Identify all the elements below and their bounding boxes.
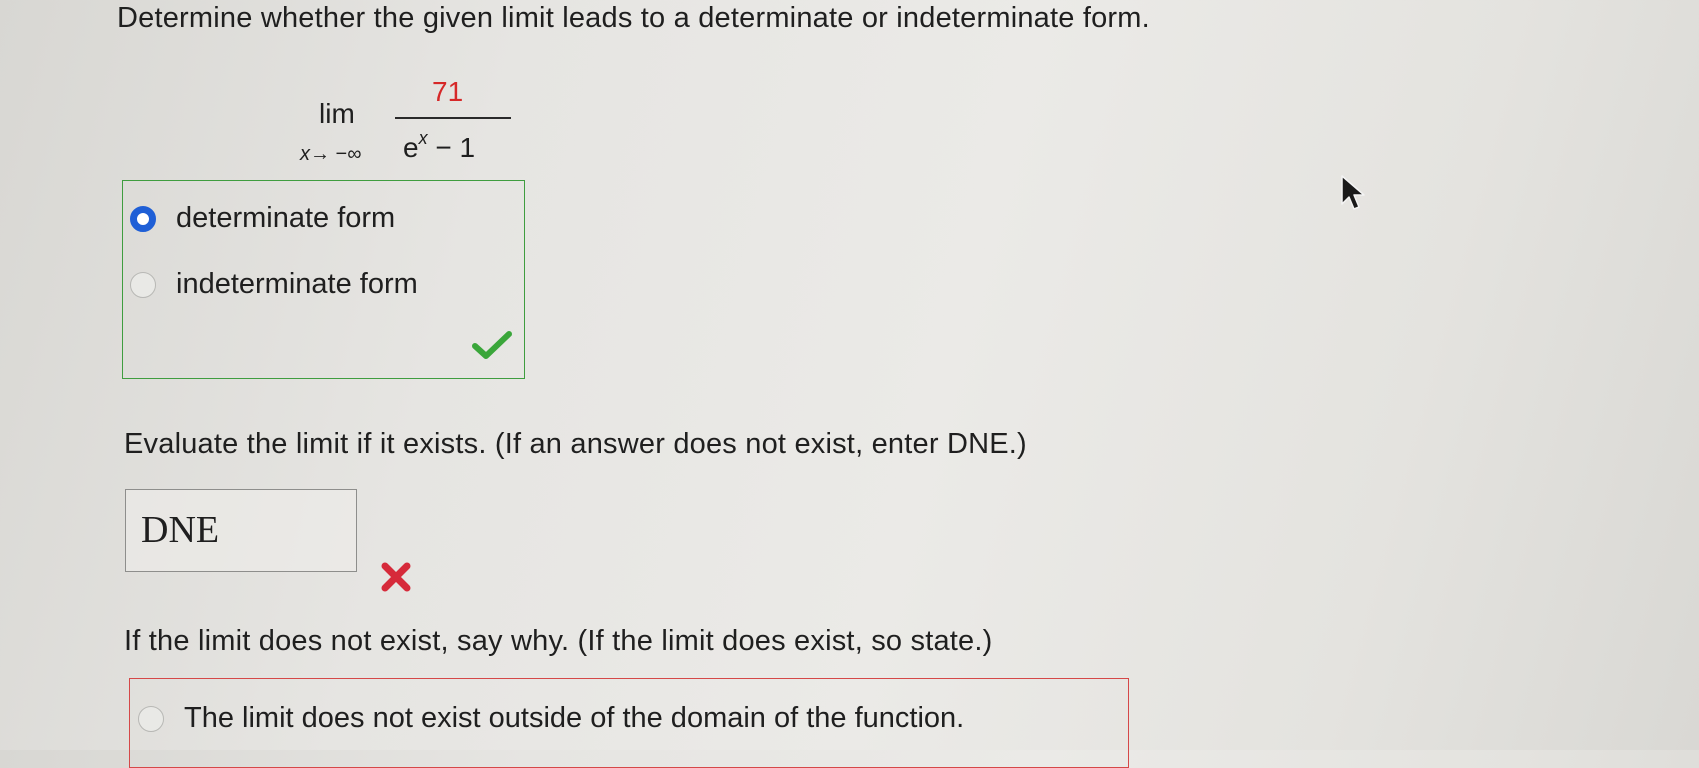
option-indeterminate-form[interactable]: indeterminate form	[130, 268, 418, 301]
option-label: The limit does not exist outside of the …	[184, 702, 965, 734]
fraction-denominator: ex − 1	[403, 128, 475, 164]
checkmark-icon	[472, 331, 512, 359]
question-2-prompt: Evaluate the limit if it exists. (If an …	[124, 428, 1027, 460]
option-label: indeterminate form	[176, 268, 418, 300]
mouse-cursor-icon	[1341, 175, 1365, 210]
question-3-prompt: If the limit does not exist, say why. (I…	[124, 625, 993, 657]
radio-selected-icon[interactable]	[130, 205, 156, 232]
limit-subscript: x→ −∞	[300, 143, 362, 166]
option-determinate-form[interactable]: determinate form	[130, 202, 395, 235]
question-1-prompt: Determine whether the given limit leads …	[117, 2, 1150, 34]
denominator-rest: − 1	[435, 132, 476, 163]
option-label: determinate form	[176, 202, 396, 234]
answer-value: DNE	[141, 509, 220, 551]
x-mark-icon	[381, 562, 411, 592]
denominator-base: e	[403, 132, 419, 163]
fraction-numerator: 71	[432, 76, 464, 107]
limit-operator: lim	[319, 98, 355, 129]
radio-unselected-icon[interactable]	[138, 705, 164, 732]
radio-unselected-icon[interactable]	[130, 271, 156, 298]
option-outside-domain[interactable]: The limit does not exist outside of the …	[138, 702, 964, 735]
limit-approach: → −∞	[310, 143, 362, 165]
denominator-exponent: x	[418, 128, 428, 148]
fraction-bar	[395, 117, 511, 119]
limit-variable: x	[300, 143, 310, 165]
